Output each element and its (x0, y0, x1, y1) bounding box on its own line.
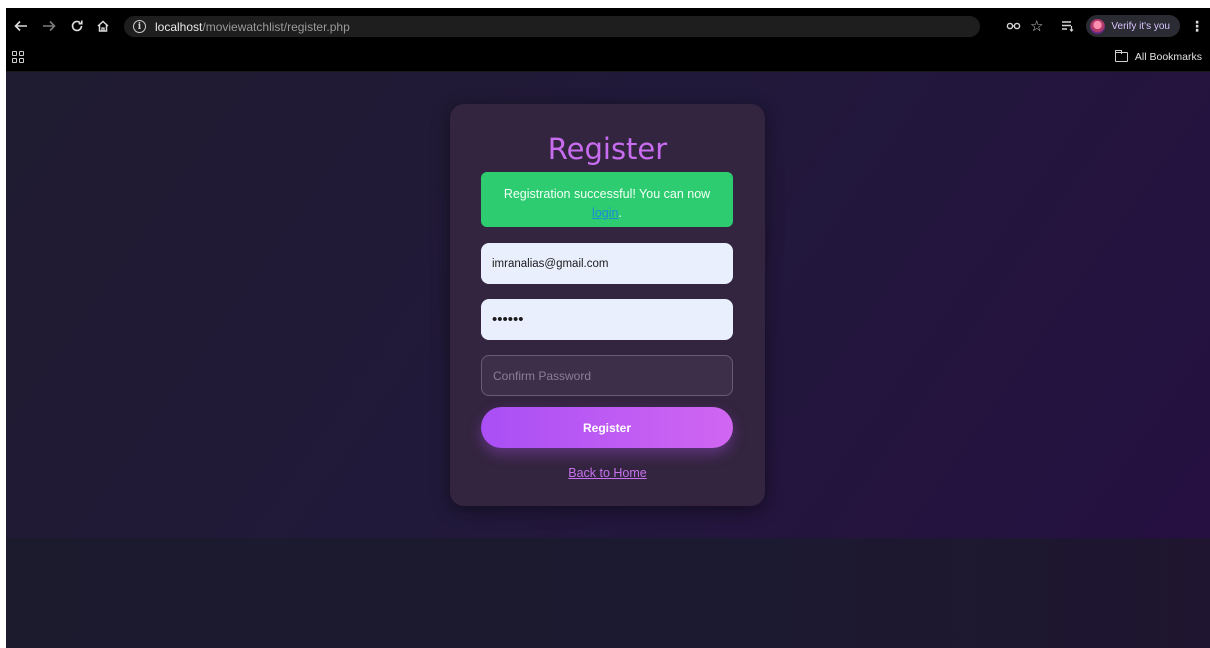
confirm-password-placeholder: Confirm Password (493, 368, 592, 383)
url-host: localhost (155, 19, 203, 34)
success-message: Registration successful! You can now (503, 187, 711, 201)
email-input[interactable]: imranalias@gmail.com (481, 243, 733, 284)
home-icon[interactable] (92, 15, 114, 37)
success-alert: Registration successful! You can now log… (481, 172, 733, 227)
avatar (1090, 18, 1106, 34)
browser-toolbar: i localhost/moviewatchlist/register.php … (6, 8, 1210, 43)
page-viewport: Register Registration successful! You ca… (6, 72, 1210, 648)
password-key-icon[interactable] (1006, 21, 1022, 31)
toolbar-right: ☆ Verify it's you ⋮ (998, 14, 1210, 38)
register-card: Register Registration successful! You ca… (450, 104, 765, 506)
success-trailing: . (618, 206, 622, 220)
confirm-password-input[interactable]: Confirm Password (481, 355, 733, 396)
folder-icon (1114, 50, 1128, 62)
login-link[interactable]: login (592, 206, 618, 220)
apps-grid-icon[interactable] (12, 51, 24, 63)
reading-list-icon[interactable] (1061, 20, 1074, 32)
address-bar[interactable]: i localhost/moviewatchlist/register.php (124, 16, 980, 37)
bookmark-star-icon[interactable]: ☆ (1030, 17, 1043, 35)
menu-kebab-icon[interactable]: ⋮ (1190, 18, 1204, 35)
browser-window: i localhost/moviewatchlist/register.php … (6, 8, 1210, 648)
profile-label: Verify it's you (1111, 20, 1170, 32)
back-to-home-link[interactable]: Back to Home (450, 466, 765, 480)
bookmarks-bar: All Bookmarks (6, 43, 1210, 72)
page-lower-section (6, 538, 1210, 648)
all-bookmarks-button[interactable]: All Bookmarks (1114, 50, 1202, 63)
all-bookmarks-label: All Bookmarks (1134, 51, 1202, 63)
email-value: imranalias@gmail.com (492, 257, 609, 270)
back-arrow-icon[interactable] (10, 15, 32, 37)
url-path: /moviewatchlist/register.php (202, 19, 350, 34)
site-info-icon[interactable]: i (133, 20, 146, 33)
password-input[interactable]: •••••• (481, 299, 733, 340)
profile-verify-chip[interactable]: Verify it's you (1086, 15, 1180, 37)
page-title: Register (547, 132, 668, 166)
forward-arrow-icon[interactable] (38, 15, 60, 37)
reload-icon[interactable] (66, 15, 88, 37)
register-button[interactable]: Register (481, 407, 733, 448)
password-value: •••••• (492, 311, 524, 328)
